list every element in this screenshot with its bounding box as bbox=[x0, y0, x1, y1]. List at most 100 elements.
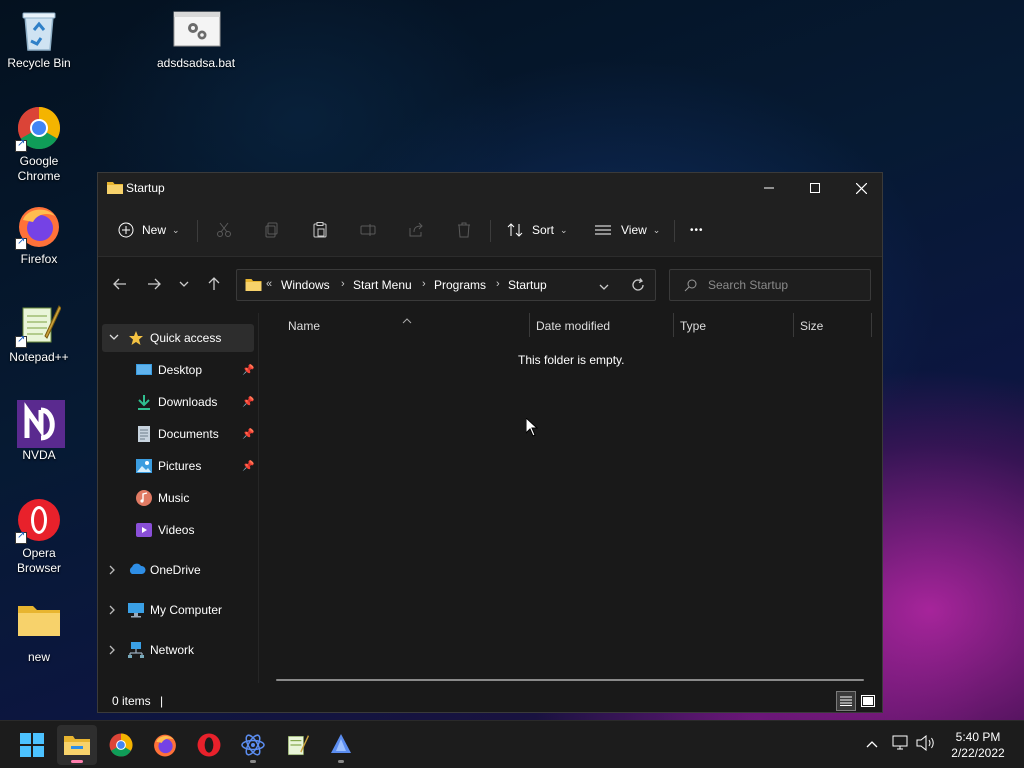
breadcrumb-programs[interactable]: Programs bbox=[434, 278, 486, 292]
breadcrumb-overflow[interactable]: « bbox=[266, 278, 272, 290]
chevron-down-icon: ⌄ bbox=[652, 224, 661, 235]
nav-label: Videos bbox=[158, 523, 195, 537]
network-status-icon[interactable] bbox=[892, 735, 910, 754]
column-header-date-modified[interactable]: Date modified bbox=[536, 319, 610, 333]
column-header-name[interactable]: Name bbox=[288, 319, 320, 333]
share-button[interactable] bbox=[408, 215, 424, 245]
desktop-icon-bat-file[interactable]: adsdsadsa.bat bbox=[157, 8, 235, 71]
show-hidden-icons-chevron-up-icon[interactable] bbox=[866, 735, 878, 751]
copy-button[interactable] bbox=[264, 215, 280, 245]
breadcrumb-separator[interactable]: › bbox=[496, 278, 500, 290]
pane-splitter[interactable] bbox=[258, 313, 259, 683]
nav-item-network[interactable]: Network bbox=[102, 636, 254, 664]
new-button[interactable]: New ⌄ bbox=[118, 215, 180, 245]
desktop-icon-firefox[interactable]: Firefox bbox=[1, 204, 77, 267]
taskbar-electron-app[interactable] bbox=[233, 725, 273, 765]
rename-button[interactable] bbox=[360, 215, 376, 245]
desktop-icon-label: Google Chrome bbox=[17, 154, 61, 183]
maximize-button[interactable] bbox=[792, 173, 838, 203]
desktop-icon-label: new bbox=[27, 650, 50, 664]
minimize-button[interactable] bbox=[746, 173, 792, 203]
system-clock[interactable]: 5:40 PM 2/22/2022 bbox=[940, 729, 1016, 761]
sort-button[interactable]: Sort ⌄ bbox=[506, 215, 568, 245]
recent-locations-button[interactable] bbox=[170, 270, 198, 298]
chevron-right-icon[interactable] bbox=[108, 564, 116, 578]
forward-button[interactable] bbox=[140, 270, 168, 298]
desktop-icon-recycle-bin[interactable]: Recycle Bin bbox=[1, 8, 77, 71]
nav-item-my-computer[interactable]: My Computer bbox=[102, 596, 254, 624]
nav-item-music[interactable]: Music bbox=[102, 484, 254, 512]
up-button[interactable] bbox=[200, 270, 228, 298]
details-view-icon bbox=[840, 696, 852, 706]
nav-item-onedrive[interactable]: OneDrive bbox=[102, 556, 254, 584]
clock-time: 5:40 PM bbox=[955, 730, 1001, 744]
view-icon bbox=[595, 225, 611, 235]
breadcrumb-separator[interactable]: › bbox=[341, 278, 345, 290]
nav-item-quick-access[interactable]: Quick access bbox=[102, 324, 254, 352]
horizontal-scrollbar[interactable] bbox=[276, 679, 864, 681]
notepad-plus-plus-icon bbox=[288, 735, 309, 756]
taskbar-chrome[interactable] bbox=[101, 725, 141, 765]
desktop-icon-chrome[interactable]: Google Chrome bbox=[1, 106, 77, 184]
delete-button[interactable] bbox=[456, 215, 472, 245]
paste-button[interactable] bbox=[312, 215, 328, 245]
details-view-button[interactable] bbox=[836, 691, 856, 711]
volume-icon[interactable] bbox=[916, 734, 936, 754]
address-history-chevron-icon[interactable] bbox=[599, 280, 609, 294]
opera-icon bbox=[197, 733, 221, 757]
rename-icon bbox=[360, 224, 376, 236]
document-icon bbox=[136, 426, 152, 442]
breadcrumb-windows[interactable]: Windows bbox=[281, 278, 330, 292]
file-list[interactable]: Name Date modified Type Size This folder… bbox=[260, 313, 882, 683]
chevron-right-icon[interactable] bbox=[108, 644, 116, 658]
taskbar-notepad-plus-plus[interactable] bbox=[277, 725, 317, 765]
chevron-down-icon bbox=[179, 281, 189, 287]
chevron-down-icon[interactable] bbox=[109, 330, 119, 344]
refresh-icon[interactable] bbox=[631, 278, 645, 295]
nav-item-desktop[interactable]: Desktop 📌 bbox=[102, 356, 254, 384]
taskbar-nvda[interactable] bbox=[321, 725, 361, 765]
column-divider[interactable] bbox=[793, 313, 794, 337]
search-input[interactable] bbox=[708, 277, 858, 293]
nav-item-videos[interactable]: Videos bbox=[102, 516, 254, 544]
active-indicator bbox=[71, 760, 83, 763]
large-icons-view-button[interactable] bbox=[858, 691, 878, 711]
nav-item-downloads[interactable]: Downloads 📌 bbox=[102, 388, 254, 416]
search-box[interactable] bbox=[669, 269, 871, 301]
pin-icon: 📌 bbox=[242, 364, 255, 376]
taskbar-file-explorer[interactable] bbox=[57, 725, 97, 765]
desktop-icon-nvda[interactable]: NVDA bbox=[1, 400, 77, 463]
breadcrumb-start-menu[interactable]: Start Menu bbox=[353, 278, 412, 292]
column-divider[interactable] bbox=[673, 313, 674, 337]
cut-button[interactable] bbox=[216, 215, 232, 245]
file-explorer-window[interactable]: Startup New ⌄ Sort ⌄ View ⌄ ••• « Window… bbox=[97, 172, 883, 713]
column-header-size[interactable]: Size bbox=[800, 319, 823, 333]
address-bar[interactable]: « Windows › Start Menu › Programs › Star… bbox=[236, 269, 656, 301]
nav-item-pictures[interactable]: Pictures 📌 bbox=[102, 452, 254, 480]
desktop-icon-new-folder[interactable]: new bbox=[1, 598, 77, 665]
sort-icon bbox=[507, 223, 523, 237]
empty-folder-message: This folder is empty. bbox=[518, 353, 625, 367]
column-header-type[interactable]: Type bbox=[680, 319, 706, 333]
cloud-icon bbox=[128, 563, 146, 579]
taskbar-firefox[interactable] bbox=[145, 725, 185, 765]
breadcrumb-separator[interactable]: › bbox=[422, 278, 426, 290]
close-button[interactable] bbox=[838, 173, 884, 203]
sort-ascending-indicator-icon bbox=[402, 313, 412, 327]
column-divider[interactable] bbox=[529, 313, 530, 337]
nav-label: Music bbox=[158, 491, 190, 505]
view-button[interactable]: View ⌄ bbox=[594, 215, 660, 245]
taskbar-opera[interactable] bbox=[189, 725, 229, 765]
breadcrumb-startup[interactable]: Startup bbox=[508, 278, 547, 292]
chevron-right-icon[interactable] bbox=[108, 604, 116, 618]
column-divider[interactable] bbox=[871, 313, 872, 337]
desktop-icon-notepad-plus-plus[interactable]: Notepad++ bbox=[1, 302, 77, 365]
desktop-icon-opera[interactable]: Opera Browser bbox=[1, 498, 77, 576]
title-bar[interactable]: Startup bbox=[98, 173, 882, 203]
back-button[interactable] bbox=[106, 270, 134, 298]
shortcut-arrow-icon bbox=[15, 334, 27, 348]
more-options-button[interactable]: ••• bbox=[690, 215, 704, 245]
star-icon bbox=[128, 330, 144, 346]
start-button[interactable] bbox=[12, 725, 52, 765]
nav-item-documents[interactable]: Documents 📌 bbox=[102, 420, 254, 448]
